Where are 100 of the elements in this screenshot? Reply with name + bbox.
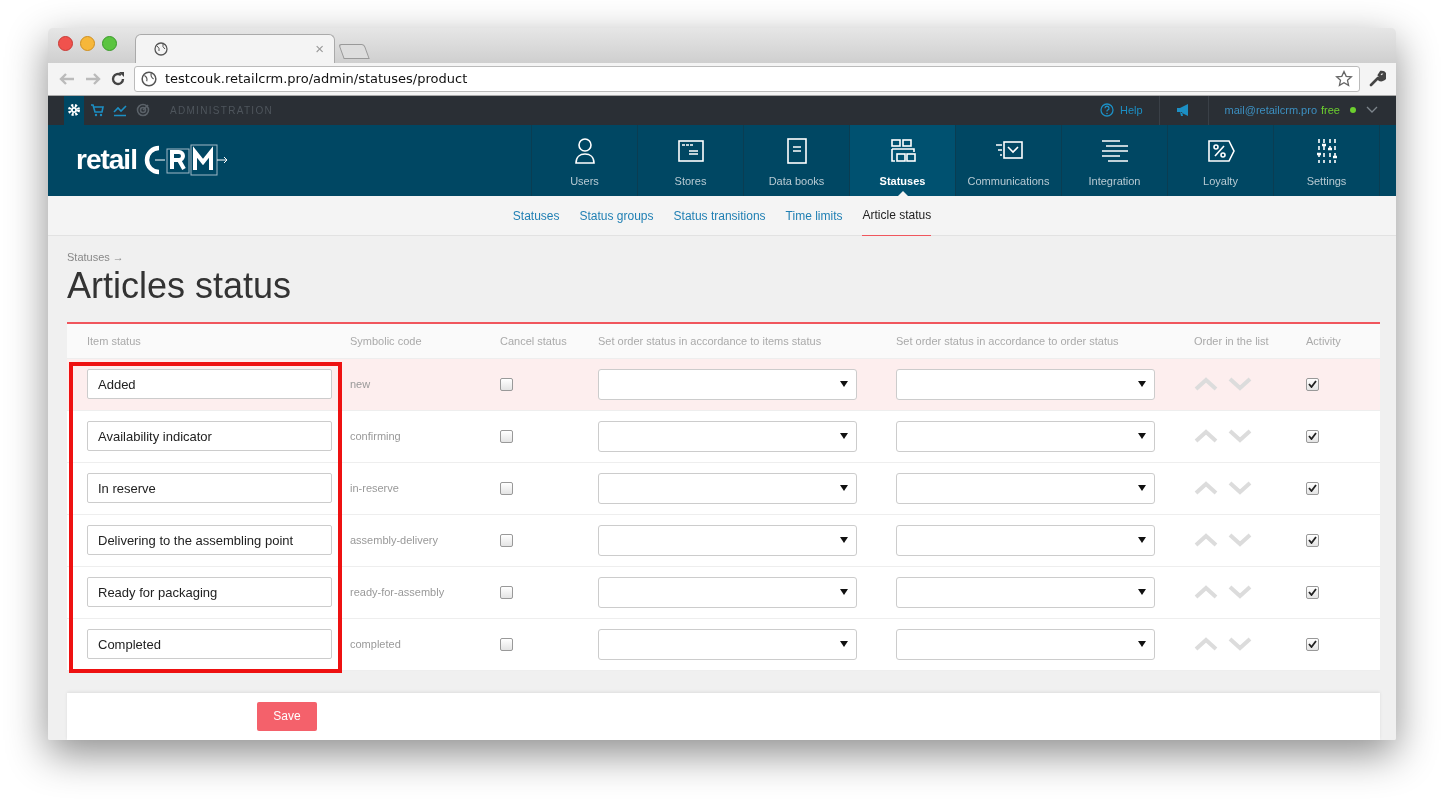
dropdown-arrow-icon <box>1138 641 1146 648</box>
breadcrumb[interactable]: Statuses → <box>67 251 1380 263</box>
input-field[interactable]: In reserve <box>87 473 332 504</box>
wrench-icon[interactable] <box>1368 69 1386 88</box>
checkbox[interactable] <box>500 482 513 495</box>
chevron-down-icon[interactable] <box>1366 106 1378 115</box>
minimize-window-button[interactable] <box>80 36 95 52</box>
help-link[interactable]: Help <box>1099 103 1143 118</box>
dropdown[interactable] <box>896 525 1155 556</box>
status-dot <box>1350 107 1356 114</box>
nav-label: Data books <box>768 175 825 187</box>
checkbox[interactable] <box>500 378 513 391</box>
sub-tab[interactable]: Status groups <box>579 196 654 236</box>
account-email[interactable]: mail@retailcrm.pro <box>1224 104 1318 117</box>
nav-item[interactable]: Integration <box>1062 124 1168 196</box>
dropdown[interactable] <box>896 629 1155 660</box>
plan-label: free <box>1321 104 1340 117</box>
nav-item[interactable]: Settings <box>1274 124 1380 196</box>
dropdown[interactable] <box>896 577 1155 608</box>
dropdown[interactable] <box>598 369 857 400</box>
move-down-icon[interactable] <box>1228 481 1252 496</box>
dropdown[interactable] <box>896 473 1155 504</box>
column-header: Set order status in accordance to order status <box>896 335 1120 347</box>
checkbox[interactable] <box>1306 586 1319 599</box>
nav-label: Stores <box>674 175 707 187</box>
page-title: Articles status <box>67 265 293 307</box>
sub-tab[interactable]: Status transitions <box>673 196 766 236</box>
sub-tab[interactable]: Time limits <box>785 196 843 236</box>
column-header: Activity <box>1306 335 1342 347</box>
sub-tab[interactable]: Statuses <box>512 196 560 236</box>
nav-label: Communications <box>967 175 1050 187</box>
dropdown[interactable] <box>598 525 857 556</box>
nav-label: Settings <box>1306 175 1347 187</box>
column-header: Item status <box>86 335 142 347</box>
column-header: Symbolic code <box>350 335 423 347</box>
checkbox[interactable] <box>500 430 513 443</box>
new-tab-button[interactable] <box>338 43 370 59</box>
dropdown-arrow-icon <box>1138 589 1146 596</box>
nav-item[interactable]: Communications <box>956 124 1062 196</box>
cart-icon <box>90 103 104 118</box>
nav-label: Loyalty <box>1203 175 1238 187</box>
checkbox[interactable] <box>1306 430 1319 443</box>
nav-item[interactable]: Loyalty <box>1168 124 1274 196</box>
checkbox[interactable] <box>500 586 513 599</box>
dropdown-arrow-icon <box>1138 433 1146 440</box>
dropdown[interactable] <box>598 473 857 504</box>
nav-item[interactable]: Statuses <box>850 124 956 196</box>
input-field[interactable]: Delivering to the assembling point <box>87 525 332 556</box>
close-window-button[interactable] <box>58 36 73 52</box>
input-field[interactable]: Ready for packaging <box>87 577 332 608</box>
dropdown-arrow-icon <box>840 433 848 440</box>
column-header: Order in the list <box>1194 335 1270 347</box>
move-up-icon[interactable] <box>1194 585 1218 600</box>
move-up-icon[interactable] <box>1194 533 1218 548</box>
move-down-icon[interactable] <box>1228 377 1252 392</box>
dropdown-arrow-icon <box>840 589 848 596</box>
checkbox[interactable] <box>500 638 513 651</box>
symbolic-code: assembly-delivery <box>350 534 439 547</box>
checkbox[interactable] <box>1306 534 1319 547</box>
star-icon[interactable] <box>1335 69 1353 88</box>
move-up-icon[interactable] <box>1194 377 1218 392</box>
move-down-icon[interactable] <box>1228 533 1252 548</box>
globe-icon <box>141 70 157 87</box>
checkbox[interactable] <box>1306 638 1319 651</box>
dropdown-arrow-icon <box>1138 537 1146 544</box>
symbolic-code: confirming <box>350 430 401 443</box>
column-header: Set order status in accordance to items status <box>598 335 823 347</box>
gear-icon <box>67 103 81 118</box>
move-down-icon[interactable] <box>1228 585 1252 600</box>
move-down-icon[interactable] <box>1228 429 1252 444</box>
maximize-window-button[interactable] <box>102 36 117 52</box>
forward-icon[interactable] <box>84 71 102 86</box>
nav-label: Statuses <box>879 175 926 187</box>
logo-text: retail <box>76 144 137 177</box>
input-field[interactable]: Added <box>87 369 332 400</box>
back-icon[interactable] <box>58 71 76 86</box>
move-down-icon[interactable] <box>1228 637 1252 652</box>
reload-icon[interactable] <box>110 70 126 87</box>
address-field[interactable]: testcouk.retailcrm.pro/admin/statuses/product <box>134 65 1360 92</box>
nav-item[interactable]: Stores <box>638 124 744 196</box>
dropdown[interactable] <box>896 421 1155 452</box>
input-field[interactable]: Availability indicator <box>87 421 332 452</box>
toolbar-button[interactable] <box>64 95 84 125</box>
move-up-icon[interactable] <box>1194 637 1218 652</box>
move-up-icon[interactable] <box>1194 481 1218 496</box>
dropdown-arrow-icon <box>840 537 848 544</box>
symbolic-code: in-reserve <box>350 482 399 495</box>
checkbox[interactable] <box>500 534 513 547</box>
move-up-icon[interactable] <box>1194 429 1218 444</box>
dropdown-arrow-icon <box>1138 381 1146 388</box>
nav-item[interactable]: Users <box>532 124 638 196</box>
input-field[interactable]: Completed <box>87 629 332 660</box>
dropdown[interactable] <box>896 369 1155 400</box>
checkbox[interactable] <box>1306 378 1319 391</box>
sub-tab[interactable]: Article status <box>862 196 932 236</box>
dropdown[interactable] <box>598 577 857 608</box>
dropdown[interactable] <box>598 421 857 452</box>
dropdown[interactable] <box>598 629 857 660</box>
nav-label: Integration <box>1088 175 1141 187</box>
checkbox[interactable] <box>1306 482 1319 495</box>
